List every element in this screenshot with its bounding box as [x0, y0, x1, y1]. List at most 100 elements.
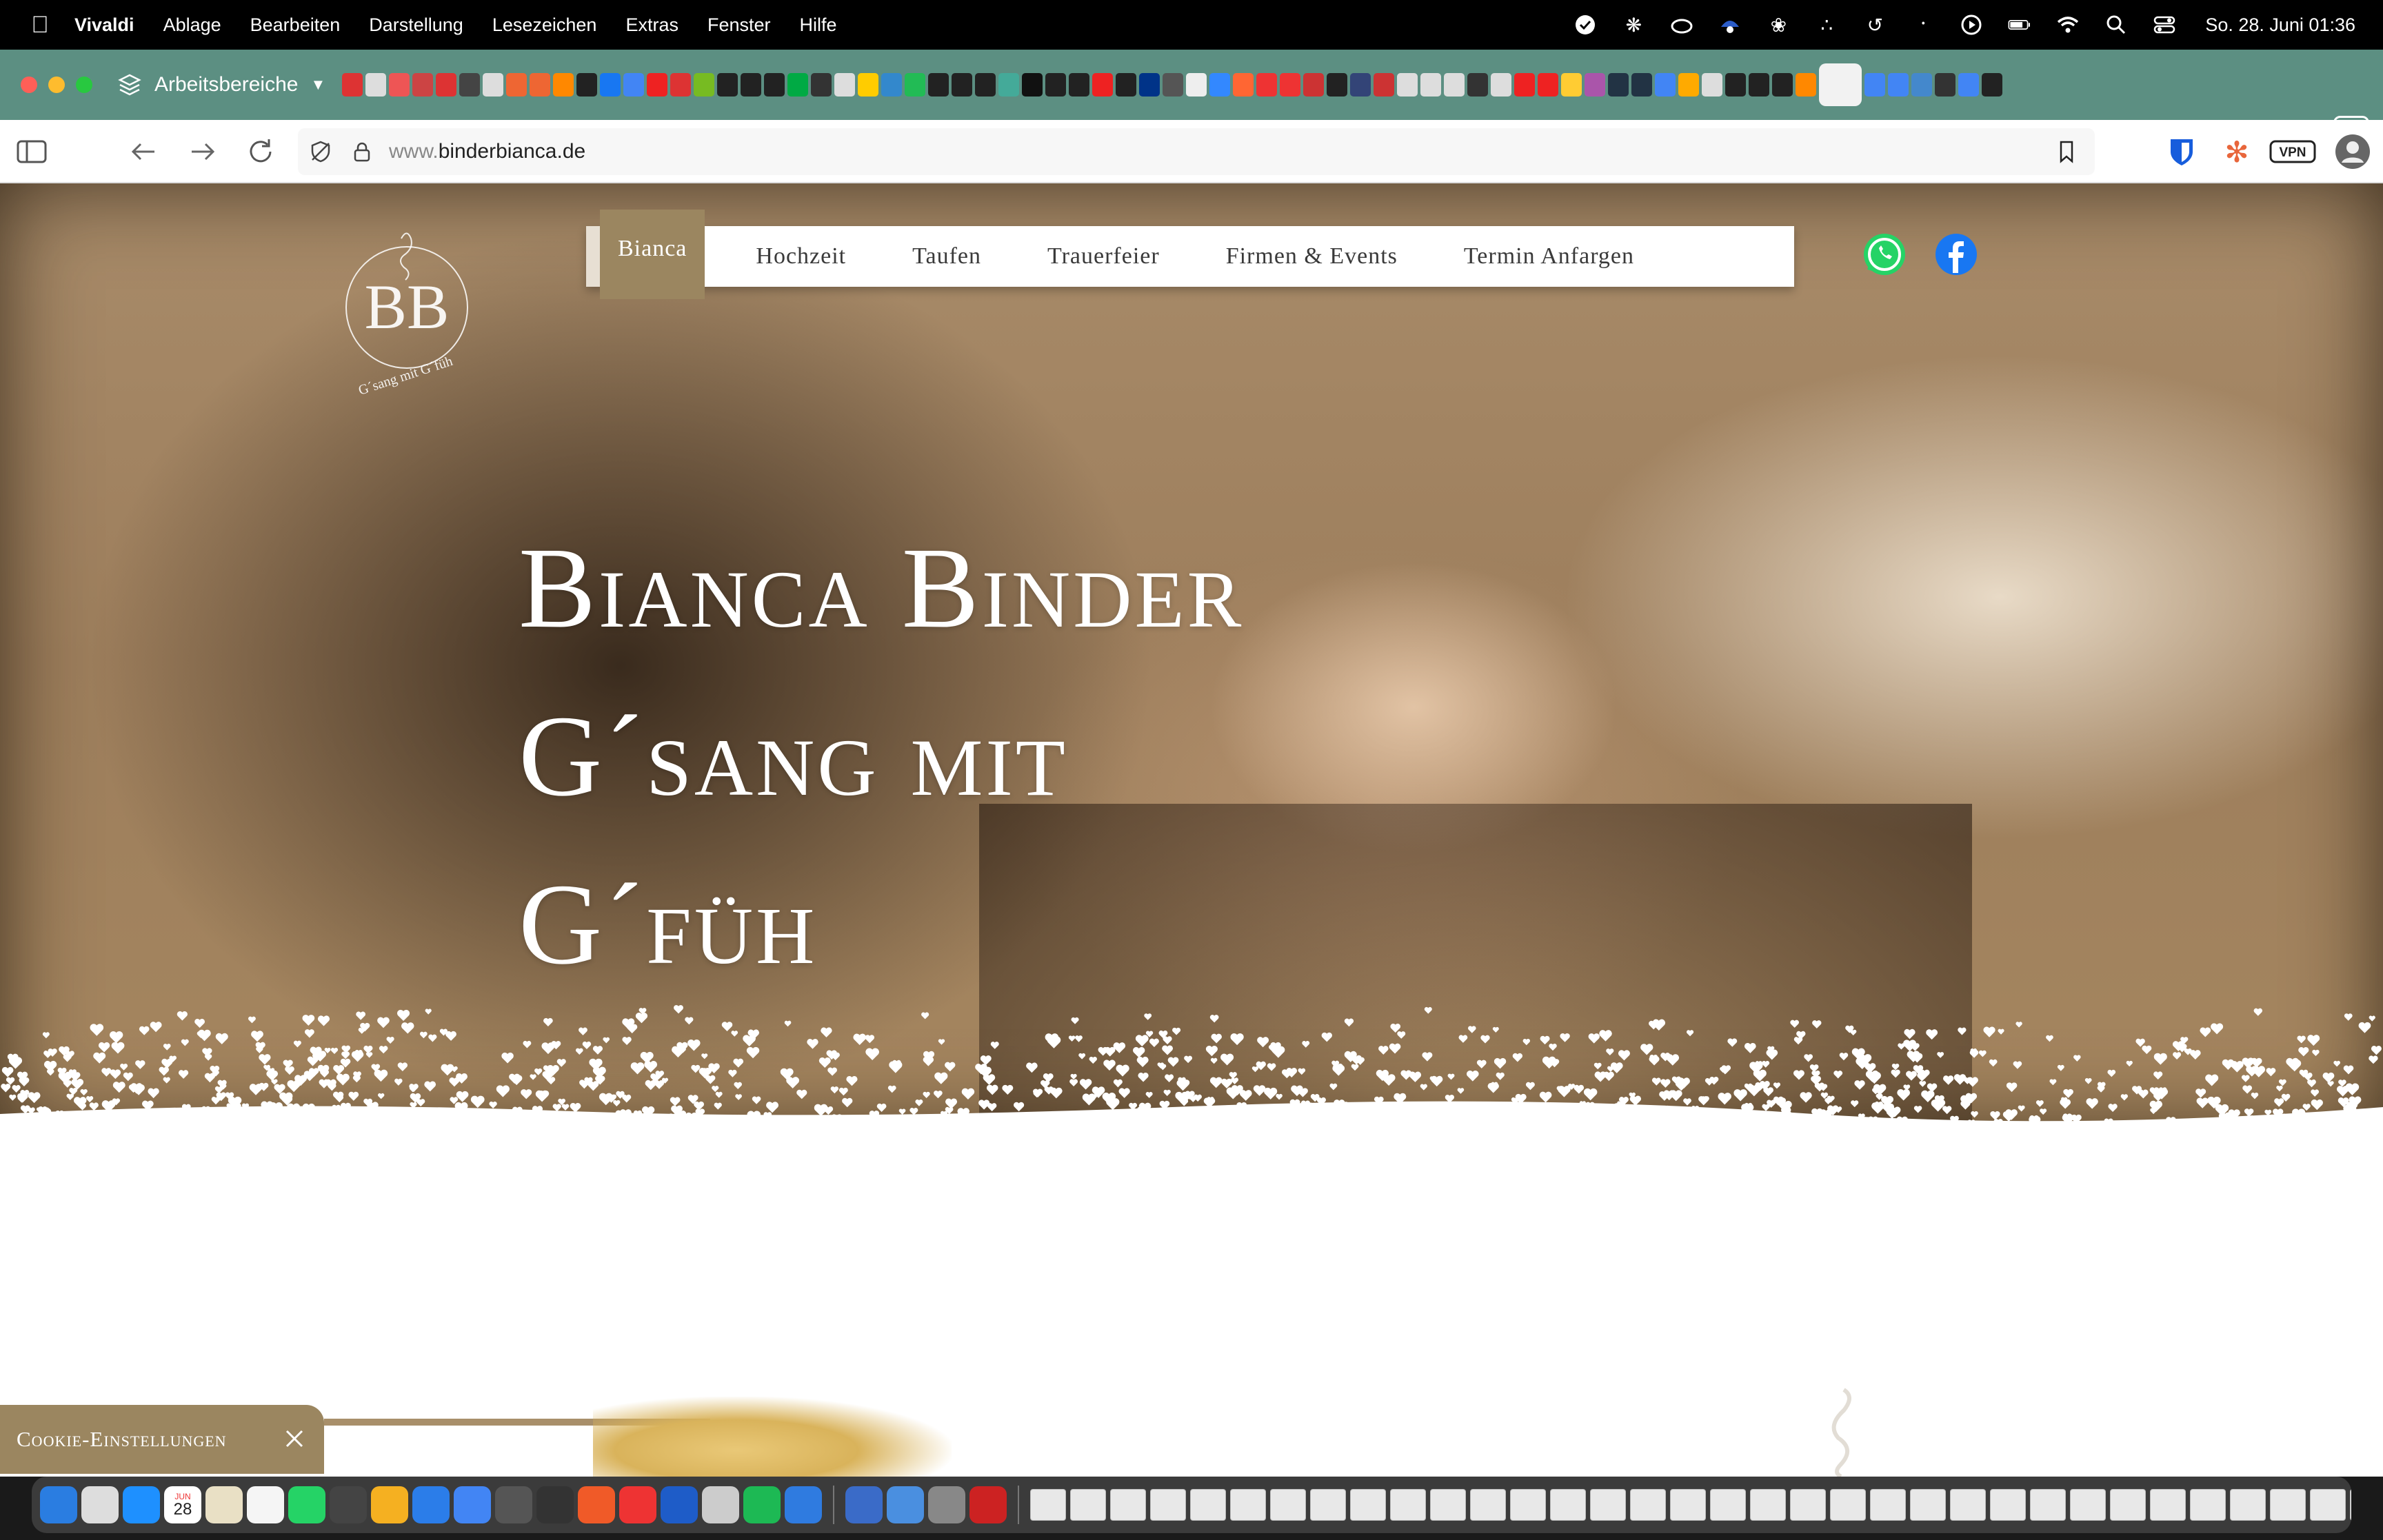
- tab-favicon[interactable]: [1327, 73, 1347, 97]
- tab-favicon[interactable]: [1233, 73, 1254, 97]
- control-center-icon[interactable]: [2153, 13, 2176, 37]
- tab-favicon[interactable]: [1374, 73, 1394, 97]
- close-icon[interactable]: [283, 1427, 306, 1450]
- dock-app-icon[interactable]: [123, 1486, 160, 1523]
- reload-icon[interactable]: [244, 135, 277, 168]
- dock-app-icon[interactable]: [845, 1486, 883, 1523]
- tab-favicon[interactable]: [436, 73, 456, 97]
- dock-app-icon[interactable]: [928, 1486, 965, 1523]
- tab-favicon[interactable]: [1069, 73, 1089, 97]
- dock-app-icon[interactable]: [536, 1486, 574, 1523]
- tab-favicon[interactable]: [1092, 73, 1113, 97]
- minimized-window-thumbnail[interactable]: [1670, 1489, 1706, 1521]
- tab-favicon[interactable]: [1163, 73, 1183, 97]
- tab-favicon[interactable]: [834, 73, 855, 97]
- minimized-window-thumbnail[interactable]: [1870, 1489, 1906, 1521]
- menu-bearbeiten[interactable]: Bearbeiten: [250, 14, 341, 36]
- spotlight-search-icon[interactable]: [2104, 13, 2128, 37]
- dock-app-icon[interactable]: [288, 1486, 325, 1523]
- minimized-window-thumbnail[interactable]: [1790, 1489, 1826, 1521]
- tab-favicon[interactable]: [881, 73, 902, 97]
- nav-hochzeit[interactable]: Hochzeit: [756, 243, 846, 270]
- tab-favicon[interactable]: [1725, 73, 1746, 97]
- tab-favicon[interactable]: [1935, 73, 1955, 97]
- minimized-window-thumbnail[interactable]: [2310, 1489, 2346, 1521]
- minimized-window-thumbnail[interactable]: [1510, 1489, 1546, 1521]
- zoom-window-button[interactable]: [76, 77, 92, 93]
- dock-app-icon[interactable]: [247, 1486, 284, 1523]
- tab-favicon[interactable]: [506, 73, 527, 97]
- dock-app-icon[interactable]: [969, 1486, 1007, 1523]
- tab-favicon[interactable]: [623, 73, 644, 97]
- minimized-window-thumbnail[interactable]: [2190, 1489, 2226, 1521]
- tab-favicon[interactable]: [1631, 73, 1652, 97]
- tab-favicon[interactable]: [647, 73, 667, 97]
- minimized-window-thumbnail[interactable]: [2070, 1489, 2106, 1521]
- minimized-window-thumbnail[interactable]: [1150, 1489, 1186, 1521]
- minimized-window-thumbnail[interactable]: [1750, 1489, 1786, 1521]
- nav-firmen-events[interactable]: Firmen & Events: [1226, 243, 1398, 270]
- active-tab[interactable]: [1819, 63, 1862, 106]
- tab-favicon[interactable]: [412, 73, 433, 97]
- nav-trauerfeier[interactable]: Trauerfeier: [1047, 243, 1160, 270]
- menu-fenster[interactable]: Fenster: [707, 14, 771, 36]
- dock-app-icon[interactable]: [454, 1486, 491, 1523]
- site-logo[interactable]: BB G´sang mit G´füh: [338, 225, 476, 397]
- tab-favicon[interactable]: [1982, 73, 2002, 97]
- minimized-window-thumbnail[interactable]: [1350, 1489, 1386, 1521]
- todo-app-icon[interactable]: [1573, 13, 1597, 37]
- tab-favicon[interactable]: [1186, 73, 1207, 97]
- tab-favicon[interactable]: [928, 73, 949, 97]
- address-field[interactable]: www.binderbianca.de: [298, 128, 2095, 175]
- tab-favicon[interactable]: [1139, 73, 1160, 97]
- dock-app-icon[interactable]: [661, 1486, 698, 1523]
- tab-favicon[interactable]: [975, 73, 996, 97]
- minimized-window-thumbnail[interactable]: [1310, 1489, 1346, 1521]
- minimized-window-thumbnail[interactable]: [1950, 1489, 1986, 1521]
- tab-favicon[interactable]: [389, 73, 410, 97]
- tab-favicon[interactable]: [483, 73, 503, 97]
- menu-lesezeichen[interactable]: Lesezeichen: [492, 14, 597, 36]
- tab-favicon[interactable]: [1749, 73, 1769, 97]
- menubar-clock[interactable]: So. 28. Juni 01:36: [2205, 14, 2355, 36]
- tab-favicon[interactable]: [1888, 73, 1909, 97]
- minimized-window-thumbnail[interactable]: [2270, 1489, 2306, 1521]
- tab-favicon[interactable]: [1022, 73, 1043, 97]
- nav-termin-anfragen[interactable]: Termin Anfargen: [1464, 243, 1634, 270]
- tab-favicon[interactable]: [998, 73, 1019, 97]
- dock-app-icon[interactable]: [81, 1486, 119, 1523]
- tab-favicon[interactable]: [1420, 73, 1441, 97]
- minimized-window-thumbnail[interactable]: [1110, 1489, 1146, 1521]
- tab-favicon[interactable]: [694, 73, 714, 97]
- tab-favicon[interactable]: [1350, 73, 1371, 97]
- openai-icon[interactable]: ❀: [1767, 13, 1790, 37]
- tab-favicon[interactable]: [1796, 73, 1816, 97]
- tab-favicon[interactable]: [553, 73, 574, 97]
- battery-icon[interactable]: [2008, 13, 2031, 37]
- minimize-window-button[interactable]: [48, 77, 65, 93]
- tab-favicon[interactable]: [1467, 73, 1488, 97]
- facebook-icon[interactable]: [1933, 232, 1979, 277]
- tab-favicon[interactable]: [670, 73, 691, 97]
- dock-app-icon[interactable]: [743, 1486, 781, 1523]
- tab-favicon[interactable]: [764, 73, 785, 97]
- dock-app-icon[interactable]: [495, 1486, 532, 1523]
- close-window-button[interactable]: [21, 77, 37, 93]
- tab-favicon[interactable]: [741, 73, 761, 97]
- tab-favicon[interactable]: [530, 73, 550, 97]
- tab-favicon[interactable]: [1864, 73, 1885, 97]
- minimized-window-thumbnail[interactable]: [1830, 1489, 1866, 1521]
- tab-favicon[interactable]: [365, 73, 386, 97]
- apple-menu-icon[interactable]: : [26, 12, 54, 39]
- calendar-app-icon[interactable]: JUN 28: [164, 1486, 201, 1523]
- tab-favicon[interactable]: [1655, 73, 1676, 97]
- tab-favicon[interactable]: [1585, 73, 1605, 97]
- tab-favicon[interactable]: [1561, 73, 1582, 97]
- nav-taufen[interactable]: Taufen: [912, 243, 981, 270]
- minimized-window-thumbnail[interactable]: [1270, 1489, 1306, 1521]
- sparkle-icon[interactable]: ❋: [1622, 13, 1645, 37]
- tab-favicon[interactable]: [1538, 73, 1558, 97]
- tab-favicon[interactable]: [1397, 73, 1418, 97]
- minimized-window-thumbnail[interactable]: [1030, 1489, 1066, 1521]
- tab-favicon[interactable]: [1911, 73, 1932, 97]
